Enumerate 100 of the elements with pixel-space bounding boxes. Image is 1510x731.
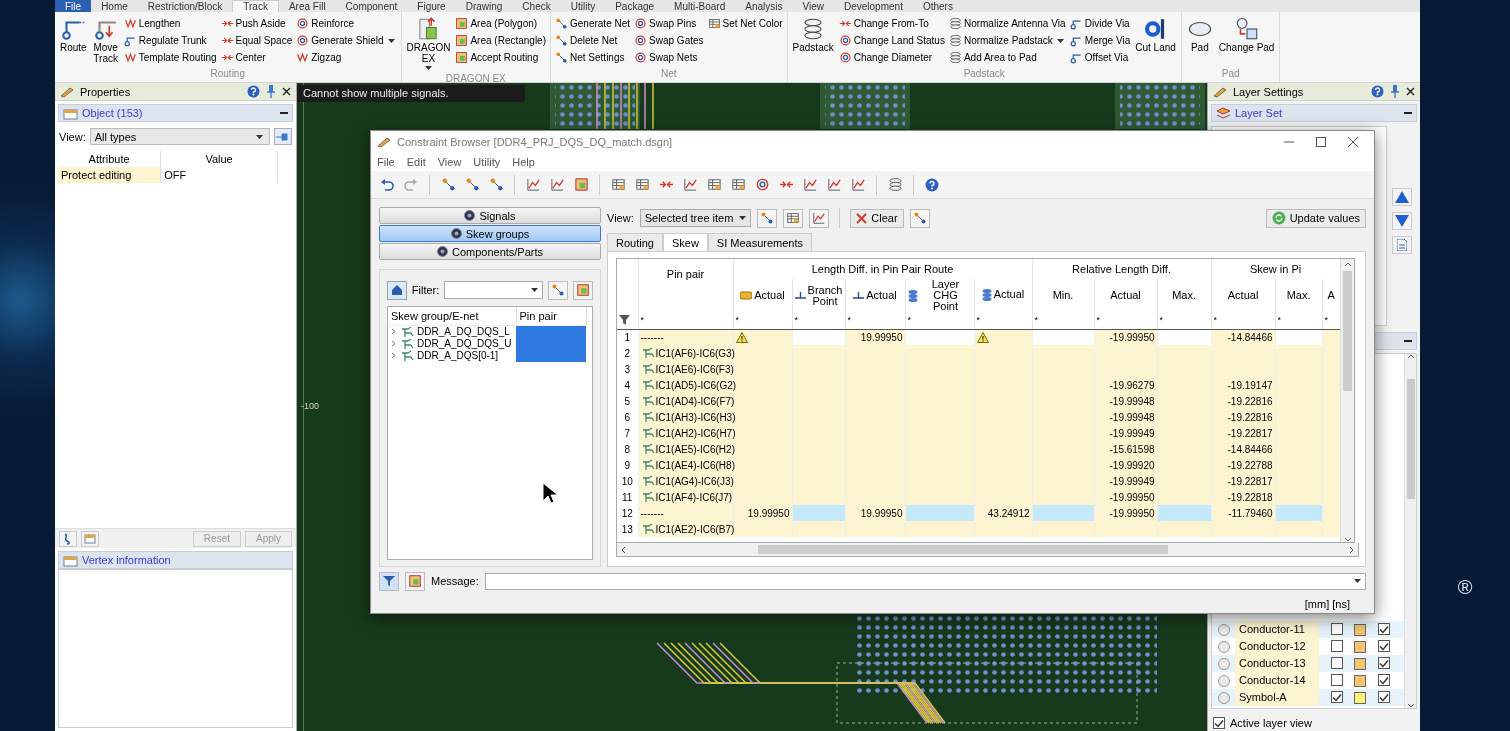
color-swatch[interactable] (1354, 657, 1366, 670)
table-cell[interactable] (1157, 505, 1212, 521)
filter-cell[interactable]: * (1211, 312, 1276, 329)
ribbon-tab[interactable]: Utility (560, 0, 606, 12)
ribbon-button[interactable]: Change Land Status (837, 32, 946, 49)
checkbox[interactable] (1378, 623, 1390, 636)
ribbon-button[interactable]: Zigzag (295, 49, 398, 66)
ribbon-tab[interactable]: Development (834, 0, 913, 12)
scrollbar-thumb[interactable] (1406, 379, 1415, 499)
tree-item[interactable]: DDR_A_DQ_DQS_L (388, 325, 516, 338)
ribbon-button[interactable]: Push Aside (219, 15, 294, 32)
ribbon-button[interactable]: Net Settings (554, 49, 632, 66)
mode-button[interactable]: Components/Parts (379, 243, 601, 260)
ribbon-tab[interactable]: Area Fill (278, 0, 336, 12)
ribbon-tab[interactable]: Drawing (455, 0, 513, 12)
filter-cell[interactable]: * (638, 312, 733, 329)
checkbox[interactable] (1331, 673, 1343, 686)
ribbon-tab[interactable]: Figure (407, 0, 456, 12)
menu-item[interactable]: View (437, 156, 462, 168)
ribbon-tab[interactable]: File (55, 0, 92, 12)
filter-cell[interactable]: * (905, 312, 974, 329)
mode-button[interactable]: Signals (379, 207, 601, 224)
ribbon-button[interactable]: Equal Space (219, 32, 294, 49)
menu-item[interactable]: File (377, 156, 395, 168)
toolbar-button[interactable] (379, 571, 399, 591)
view-dropdown[interactable]: Selected tree item (639, 209, 752, 227)
menu-item[interactable]: Help (512, 156, 535, 168)
update-values-button[interactable]: Update values (1265, 208, 1366, 228)
view-dropdown[interactable]: All types (89, 128, 270, 145)
ribbon-button[interactable]: Offset Via (1068, 49, 1132, 66)
ribbon-button[interactable]: Change From-To (837, 15, 946, 32)
section-header[interactable]: Layer Set (1211, 104, 1417, 122)
ribbon-tab[interactable]: Others (912, 0, 963, 12)
filter-cell[interactable]: * (1032, 312, 1095, 329)
radio-button[interactable] (1218, 657, 1230, 670)
tree-item[interactable]: DDR_A_DQS[0-1] (388, 349, 516, 362)
table-cell[interactable] (905, 505, 974, 521)
radio-button[interactable] (1218, 691, 1230, 704)
ribbon-button[interactable]: Delete Net (554, 32, 632, 49)
filter-cell[interactable]: * (1094, 312, 1158, 329)
ribbon-button[interactable]: DRAGON EX (404, 15, 453, 73)
ribbon-button[interactable]: Area (Rectangle) (454, 32, 547, 49)
ribbon-tab[interactable]: Track (232, 0, 279, 12)
scrollbar[interactable] (616, 543, 1359, 557)
filter-cell[interactable]: * (974, 312, 1033, 329)
pin-button[interactable] (274, 128, 292, 145)
move-down-button[interactable] (1392, 212, 1412, 230)
expander-icon[interactable] (390, 340, 397, 347)
ribbon-button[interactable]: Normalize Padstack (947, 32, 1067, 49)
ribbon-tab[interactable]: Home (91, 0, 138, 12)
menu-item[interactable]: Edit (406, 156, 426, 168)
ribbon-button[interactable]: Cut Land (1133, 15, 1178, 54)
color-swatch[interactable] (1354, 640, 1366, 653)
ribbon-button[interactable]: Generate Net (554, 15, 632, 32)
section-header[interactable]: Object (153) (58, 104, 293, 122)
filter-cell[interactable]: * (1157, 312, 1212, 329)
color-swatch[interactable] (1354, 674, 1366, 687)
color-swatch[interactable] (1354, 623, 1366, 636)
toolbar-button[interactable] (405, 571, 425, 591)
checkbox[interactable] (1331, 691, 1343, 704)
section-header[interactable]: Vertex information (58, 551, 293, 569)
ribbon-tab[interactable]: Restriction/Block (137, 0, 233, 12)
expander-icon[interactable] (390, 328, 397, 335)
ribbon-button[interactable]: Lengthen (122, 15, 218, 32)
ribbon-tab[interactable]: View (792, 0, 834, 12)
home-button[interactable] (387, 280, 407, 300)
ribbon-button[interactable]: Swap Pins (633, 15, 705, 32)
color-swatch[interactable] (1354, 691, 1366, 704)
ribbon-button[interactable]: Regulate Trunk (122, 32, 218, 49)
ribbon-button[interactable]: Pad (1184, 15, 1215, 54)
ribbon-button[interactable]: Accept Routing (454, 49, 547, 66)
ribbon-tab[interactable]: Check (512, 0, 561, 12)
ribbon-button[interactable]: Center (219, 49, 294, 66)
ribbon-button[interactable]: Swap Nets (633, 49, 705, 66)
expander-icon[interactable] (390, 352, 397, 359)
ribbon-button[interactable]: Change Diameter (837, 49, 946, 66)
table-cell[interactable] (1275, 505, 1323, 521)
ribbon-button[interactable]: Move Track (90, 15, 121, 65)
tab[interactable]: Routing (607, 233, 663, 251)
toolbar-button[interactable] (909, 208, 930, 228)
ribbon-button[interactable]: Normalize Antenna Via (947, 15, 1067, 32)
filter-cell[interactable]: * (1275, 312, 1323, 329)
checkbox[interactable] (1331, 656, 1343, 669)
ribbon-button[interactable]: Template Routing (122, 49, 218, 66)
ribbon-button[interactable]: Padstack (790, 15, 836, 54)
ribbon-button[interactable]: Swap Gates (633, 32, 705, 49)
clear-button[interactable]: Clear (850, 208, 904, 228)
ribbon-button[interactable]: Divide Via (1068, 15, 1132, 32)
filter-cell[interactable]: * (733, 312, 792, 329)
checkbox[interactable] (1213, 717, 1225, 729)
filter-cell[interactable]: * (792, 312, 845, 329)
ribbon-button[interactable]: Area (Polygon) (454, 15, 547, 32)
checkbox[interactable] (1378, 691, 1390, 704)
checkbox[interactable] (1378, 674, 1390, 687)
ribbon-tab[interactable]: Multi-Board (664, 0, 736, 12)
toolbar-button[interactable] (783, 208, 804, 228)
mode-button[interactable]: Skew groups (379, 225, 601, 242)
toolbar-button[interactable] (809, 208, 830, 228)
ribbon-tab[interactable]: Analysis (735, 0, 793, 12)
tree-item[interactable]: DDR_A_DQ_DQS_U (388, 337, 516, 350)
